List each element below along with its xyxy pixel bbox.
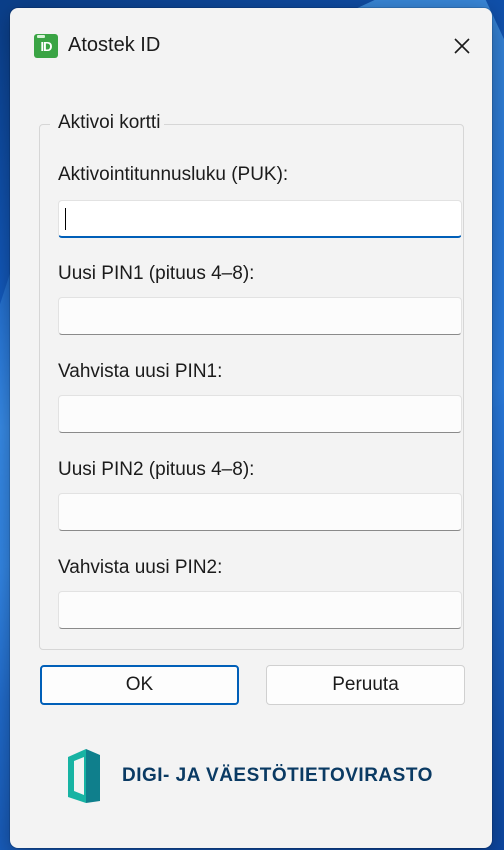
new-pin1-label: Uusi PIN1 (pituus 4–8): bbox=[58, 263, 255, 284]
confirm-pin2-input[interactable] bbox=[58, 591, 462, 629]
puk-label: Aktivointitunnusluku (PUK): bbox=[58, 164, 289, 185]
new-pin1-input[interactable] bbox=[58, 297, 462, 335]
puk-input[interactable] bbox=[58, 200, 462, 238]
close-icon bbox=[454, 38, 470, 54]
group-title: Aktivoi kortti bbox=[50, 112, 165, 134]
title-bar[interactable]: ID Atostek ID bbox=[10, 8, 492, 84]
ok-button[interactable]: OK bbox=[40, 665, 239, 705]
new-pin2-input[interactable] bbox=[58, 493, 462, 531]
dvv-logo-icon bbox=[68, 749, 100, 803]
brand-name: DIGI- JA VÄESTÖTIETOVIRASTO bbox=[122, 765, 433, 786]
app-icon-text: ID bbox=[40, 38, 53, 54]
close-button[interactable] bbox=[442, 28, 482, 64]
confirm-pin2-label: Vahvista uusi PIN2: bbox=[58, 557, 223, 578]
cancel-button[interactable]: Peruuta bbox=[266, 665, 465, 705]
new-pin2-label: Uusi PIN2 (pituus 4–8): bbox=[58, 459, 255, 480]
text-caret bbox=[65, 208, 66, 230]
brand-footer: DIGI- JA VÄESTÖTIETOVIRASTO bbox=[64, 746, 464, 806]
confirm-pin1-input[interactable] bbox=[58, 395, 462, 433]
dialog-window: ID Atostek ID Aktivoi kortti Aktivointit… bbox=[10, 8, 492, 848]
window-title: Atostek ID bbox=[68, 34, 161, 56]
confirm-pin1-label: Vahvista uusi PIN1: bbox=[58, 361, 223, 382]
app-id-icon: ID bbox=[34, 34, 58, 58]
